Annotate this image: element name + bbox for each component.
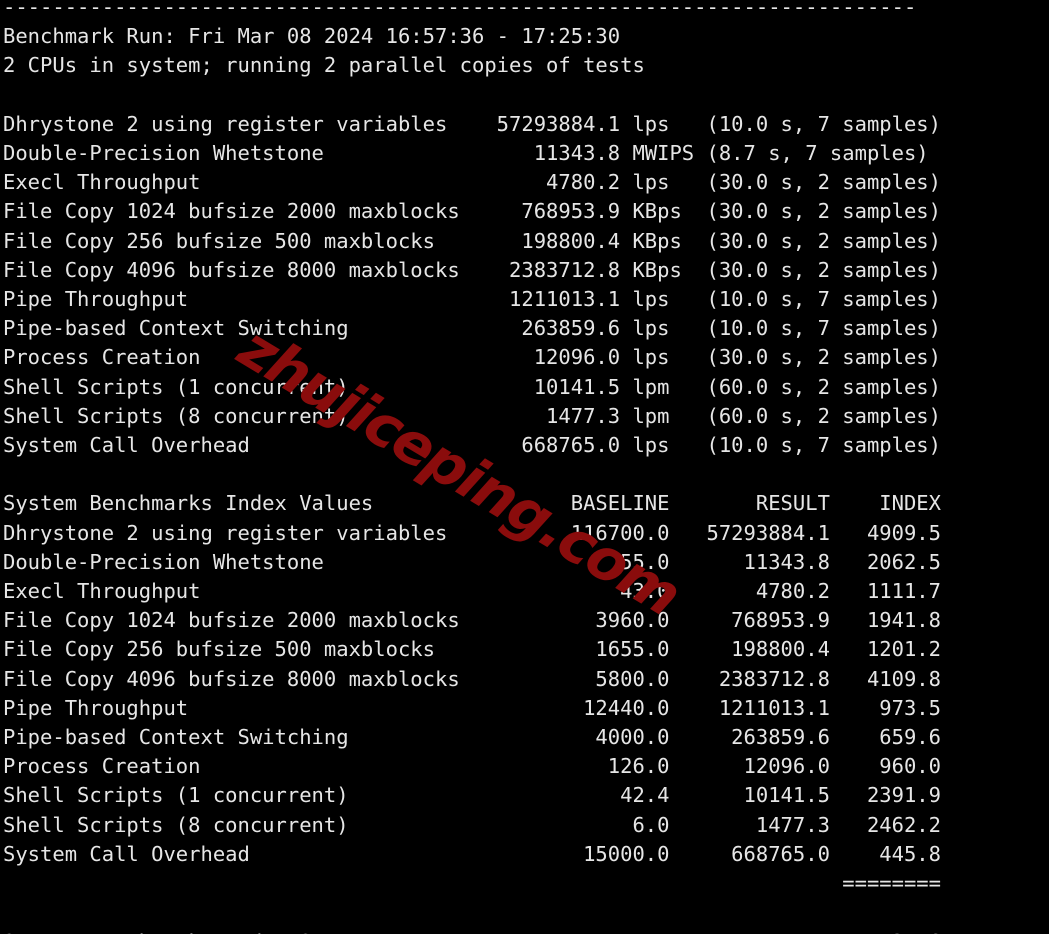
benchmark-output-text: ----------------------------------------… <box>3 0 941 934</box>
terminal-window: ----------------------------------------… <box>0 0 1049 934</box>
